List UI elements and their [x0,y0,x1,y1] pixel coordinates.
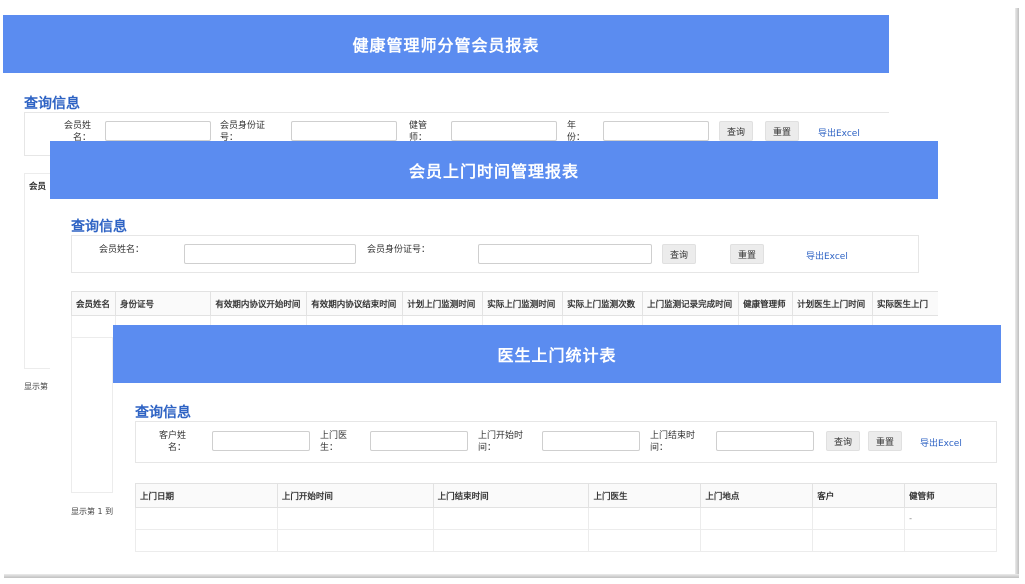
panel3-col-end: 上门结束时间 [432,483,590,508]
panel1-table-header: 会员 [29,182,47,192]
table-cell [700,529,814,552]
panel2-col-name: 会员姓名 [71,291,116,316]
panel2-query-button[interactable]: 查询 [662,244,696,264]
panel2-col-contract-start: 有效期内协议开始时间 [210,291,308,316]
panel1-pagination-text: 显示第 [24,382,48,391]
screenshot-frame: 健康管理师分管会员报表 查询信息 会员姓名： 会员身份证号： 健管师： 年份： … [0,0,1025,584]
panel2-reset-button[interactable]: 重置 [730,244,764,264]
panel2-col-manager: 健康管理师 [738,291,794,316]
panel3-label-doctor: 上门医生： [320,431,348,453]
panel3-label-start: 上门开始时间： [478,431,524,453]
panel1-export-link[interactable]: 导出Excel [818,126,860,139]
panel1-idcard-input[interactable] [291,121,397,141]
panel3-start-input[interactable] [542,431,640,451]
panel1-title: 健康管理师分管会员报表 [352,36,540,55]
panel3-end-input[interactable] [716,431,814,451]
table-row [135,529,997,552]
table-cell [432,507,590,530]
table-cell [276,507,434,530]
panel3-col-manager: 健管师 [904,483,997,508]
table-cell [135,507,278,530]
table-cell [135,529,278,552]
panel1-name-input[interactable] [105,121,211,141]
table-cell [276,529,434,552]
panel2-col-visit-count: 实际上门监测次数 [562,291,644,316]
panel1-year-input[interactable] [603,121,709,141]
panel2-idcard-input[interactable] [478,244,652,264]
panel3-banner: 医生上门统计表 [113,325,1001,383]
panel3-doctor-input[interactable] [370,431,468,451]
frame-shadow-right [1015,8,1019,574]
panel3-section-title: 查询信息 [135,405,191,421]
panel2-title: 会员上门时间管理报表 [408,162,579,181]
panel3-title: 医生上门统计表 [497,346,617,365]
table-row: - [135,507,997,530]
table-cell [588,507,702,530]
panel2-col-contract-end: 有效期内协议结束时间 [306,291,404,316]
panel3-table: 上门日期 上门开始时间 上门结束时间 上门医生 上门地点 客户 健管师 - [135,483,997,552]
panel3-query-box: 客户姓名： 上门医生： 上门开始时间： 上门结束时间： 查询 重置 导出Exce… [135,421,997,463]
panel3-customer-input[interactable] [212,431,310,451]
table-cell [812,529,906,552]
panel3-row1-manager: - [904,507,997,530]
panel2-name-input[interactable] [184,244,356,264]
panel1-section-title: 查询信息 [24,96,80,112]
table-cell [432,529,590,552]
panel2-col-plan-visit: 计划上门监测时间 [402,291,484,316]
panel3-query-button[interactable]: 查询 [826,431,860,451]
table-cell [71,315,116,338]
panel2-export-link[interactable]: 导出Excel [806,249,848,262]
panel3-table-header-row: 上门日期 上门开始时间 上门结束时间 上门医生 上门地点 客户 健管师 [135,483,997,508]
panel3-reset-button[interactable]: 重置 [868,431,902,451]
panel2-col-record-done: 上门监测记录完成时间 [642,291,740,316]
panel3-col-date: 上门日期 [135,483,278,508]
panel2-label-idcard: 会员身份证号： [367,245,431,255]
panel2-table-body-left [71,337,113,493]
panel3-label-end: 上门结束时间： [650,431,696,453]
panel2-table-header-row: 会员姓名 身份证号 有效期内协议开始时间 有效期内协议结束时间 计划上门监测时间… [71,291,938,316]
panel3-col-start: 上门开始时间 [276,483,434,508]
panel3-col-doctor: 上门医生 [588,483,702,508]
panel2-col-actual-visit: 实际上门监测时间 [482,291,564,316]
panel2-col-idcard: 身份证号 [114,291,212,316]
panel3-label-customer: 客户姓名： [158,431,186,453]
panel3-col-customer: 客户 [812,483,906,508]
panel2-label-name: 会员姓名： [98,245,144,255]
panel1-banner: 健康管理师分管会员报表 [3,15,889,73]
panel2-col-actual-doctor: 实际医生上门 [872,291,938,316]
panel2-banner: 会员上门时间管理报表 [50,141,938,199]
frame-shadow-bottom [4,574,1019,578]
table-cell [904,529,997,552]
panel3-export-link[interactable]: 导出Excel [920,436,962,449]
panel1-query-button[interactable]: 查询 [719,121,753,141]
table-cell [700,507,814,530]
panel3-col-location: 上门地点 [700,483,814,508]
table-cell [588,529,702,552]
panel1-reset-button[interactable]: 重置 [765,121,799,141]
panel2-col-plan-doctor: 计划医生上门时间 [792,291,874,316]
panel2-section-title: 查询信息 [71,219,127,235]
doctor-visit-stats-panel: 医生上门统计表 查询信息 客户姓名： 上门医生： 上门开始时间： 上门结束时间：… [113,325,1001,563]
panel2-pagination-text: 显示第 1 到 [71,507,114,516]
table-cell [812,507,906,530]
panel2-query-box: 会员姓名： 会员身份证号： 查询 重置 导出Excel [71,235,919,273]
panel1-manager-input[interactable] [451,121,557,141]
